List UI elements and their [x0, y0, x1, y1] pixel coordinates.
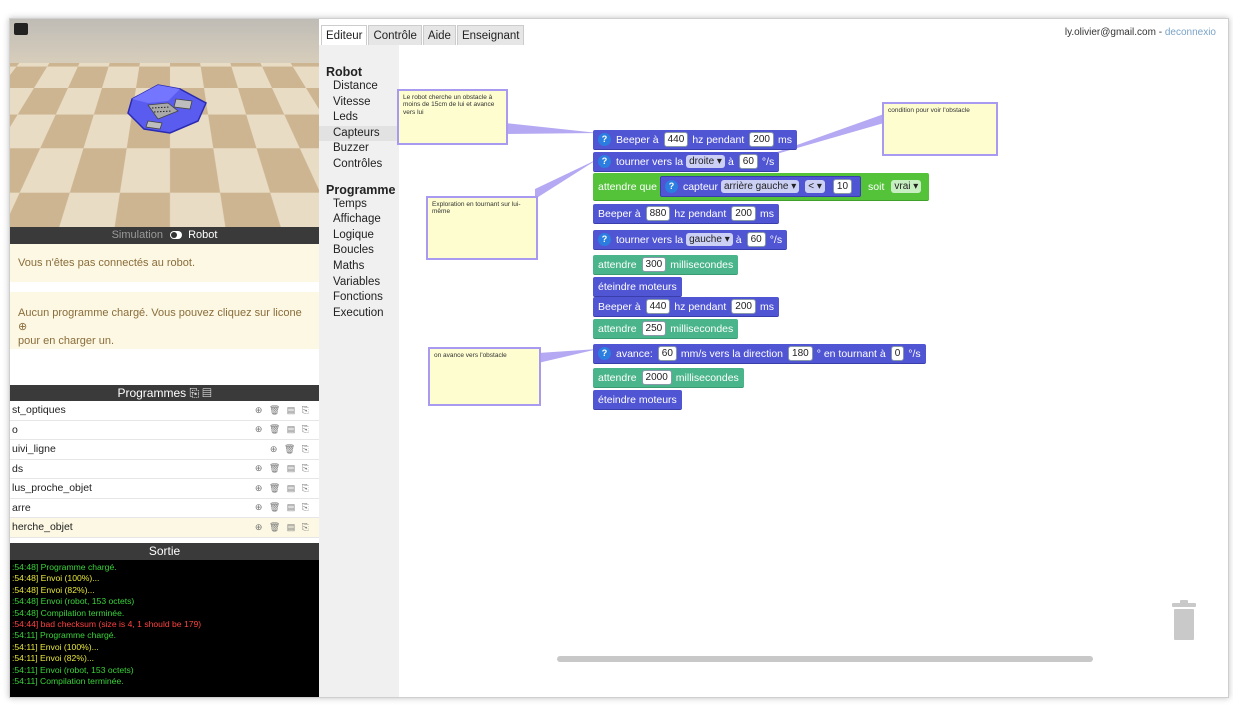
compare-dropdown[interactable]: < ▾ [805, 180, 825, 193]
horizontal-scrollbar[interactable] [557, 656, 1093, 662]
block-attendre-1[interactable]: attendre 300 millisecondes [593, 255, 739, 275]
comment-note-4[interactable]: on avance vers l'obstacle [428, 347, 541, 406]
block-text: °/s [908, 347, 921, 360]
block-text: ms [777, 133, 792, 146]
block-text: attendre [598, 371, 637, 384]
value-field[interactable]: 10 [832, 179, 853, 194]
block-text: mm/s vers la direction [680, 347, 784, 360]
sensor-dropdown[interactable]: arrière gauche ▾ [721, 180, 800, 193]
value-field[interactable]: 440 [645, 299, 671, 314]
block-text: Beeper à [598, 300, 641, 313]
value-field[interactable]: 200 [749, 132, 774, 147]
block-avance[interactable]: ? avance: 60 mm/s vers la direction 180 … [593, 344, 926, 364]
value-field[interactable]: 0 [890, 346, 905, 361]
block-text: à [735, 233, 742, 246]
block-tourner-2[interactable]: ? tourner vers la gauche ▾ à 60 °/s [593, 230, 788, 250]
block-tourner-1[interactable]: ? tourner vers la droite ▾ à 60 °/s [593, 152, 780, 172]
value-field[interactable]: 180 [788, 346, 813, 361]
comment-note-3[interactable]: Exploration en tournant sur lui-même [426, 196, 538, 260]
value-field[interactable]: 300 [641, 257, 667, 272]
block-text: capteur [682, 180, 718, 193]
value-field[interactable]: 60 [657, 346, 677, 361]
block-text: millisecondes [675, 371, 739, 384]
block-text: à [727, 155, 734, 168]
comment-note-1[interactable]: Le robot cherche un obstacle à moins de … [397, 89, 508, 145]
block-text: ms [759, 300, 774, 313]
help-icon[interactable]: ? [664, 180, 678, 193]
value-field[interactable]: 250 [641, 321, 667, 336]
direction-dropdown[interactable]: gauche ▾ [686, 233, 733, 246]
help-icon[interactable]: ? [598, 133, 611, 146]
app-window: Simulation Robot Vous n'êtes pas connect… [9, 18, 1229, 698]
block-text: éteindre moteurs [598, 280, 677, 293]
help-icon[interactable]: ? [598, 347, 611, 360]
block-text: attendre que [598, 180, 657, 193]
block-text: ° en tournant à [816, 347, 886, 360]
block-attendre-3[interactable]: attendre 2000 millisecondes [593, 368, 744, 388]
block-text: hz pendant [674, 207, 727, 220]
block-text: °/s [761, 155, 775, 168]
block-capteur[interactable]: ? capteur arrière gauche ▾ < ▾ 10 [659, 176, 862, 197]
block-attendre-que[interactable]: attendre que ? capteur arrière gauche ▾ … [593, 173, 930, 201]
block-beeper-3[interactable]: Beeper à 440 hz pendant 200 ms [593, 297, 779, 317]
help-icon[interactable]: ? [598, 155, 611, 168]
bool-dropdown[interactable]: vrai ▾ [891, 180, 922, 193]
block-text: °/s [769, 233, 783, 246]
trash-icon[interactable] [1172, 600, 1196, 640]
block-text: tourner vers la [616, 233, 684, 246]
block-text: millisecondes [670, 322, 734, 335]
direction-dropdown[interactable]: droite ▾ [686, 155, 725, 168]
block-text: éteindre moteurs [598, 393, 677, 406]
block-attendre-2[interactable]: attendre 250 millisecondes [593, 319, 739, 339]
block-text: attendre [598, 258, 637, 271]
block-eteindre-1[interactable]: éteindre moteurs [593, 277, 682, 297]
block-beeper-1[interactable]: ? Beeper à 440 hz pendant 200 ms [593, 130, 797, 150]
block-text: tourner vers la [616, 155, 684, 168]
value-field[interactable]: 60 [746, 232, 766, 247]
value-field[interactable]: 440 [663, 132, 689, 147]
value-field[interactable]: 60 [738, 154, 758, 169]
value-field[interactable]: 200 [731, 299, 756, 314]
help-icon[interactable]: ? [598, 233, 611, 246]
block-text: soit [868, 180, 885, 193]
block-text: hz pendant [692, 133, 745, 146]
value-field[interactable]: 200 [731, 206, 756, 221]
block-text: avance: [616, 347, 653, 360]
block-text: attendre [598, 322, 637, 335]
block-text: Beeper à [616, 133, 659, 146]
block-text: Beeper à [598, 207, 641, 220]
comment-note-2[interactable]: condition pour voir l'obstacle [882, 102, 998, 156]
block-text: ms [759, 207, 774, 220]
value-field[interactable]: 880 [645, 206, 671, 221]
block-text: hz pendant [674, 300, 727, 313]
block-eteindre-2[interactable]: éteindre moteurs [593, 390, 682, 410]
value-field[interactable]: 2000 [641, 370, 672, 385]
block-beeper-2[interactable]: Beeper à 880 hz pendant 200 ms [593, 204, 779, 224]
block-text: millisecondes [670, 258, 734, 271]
